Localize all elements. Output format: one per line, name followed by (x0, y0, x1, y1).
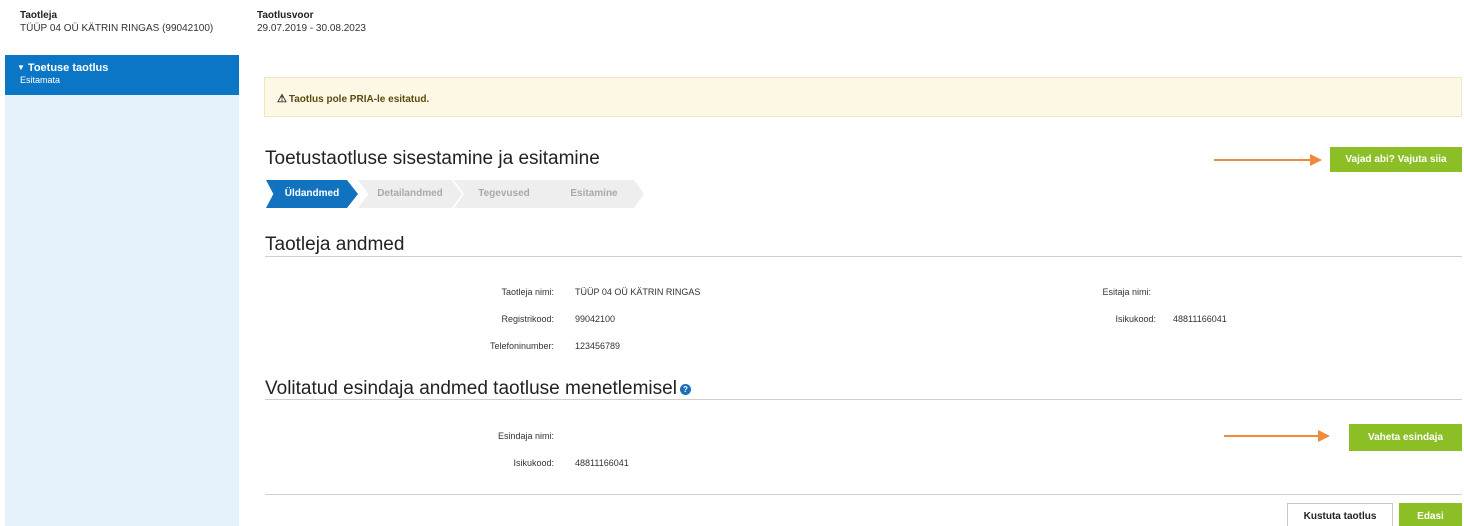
caret-down-icon: ▼ (17, 63, 25, 72)
representative-name-label: Esindaja nimi: (497, 431, 554, 441)
applicant-value: TÜÜP 04 OÜ KÄTRIN RINGAS (99042100) (20, 23, 214, 34)
delete-application-button[interactable]: Kustuta taotlus (1287, 503, 1393, 526)
question-icon[interactable]: ? (679, 384, 691, 395)
phone-value: 123456789 (575, 341, 621, 351)
sidebar-item-label: Toetuse taotlus (27, 62, 109, 74)
page-title: Toetustaotluse sisestamine ja esitamine (265, 148, 600, 169)
regcode-value: 99042100 (575, 314, 616, 324)
phone-label: Telefoninumber: (489, 341, 554, 351)
representative-title-text: Volitatud esindaja andmed taotluse menet… (265, 378, 677, 399)
applicant-info: Taotleja TÜÜP 04 OÜ KÄTRIN RINGAS (99042… (20, 9, 213, 35)
step-tegevused[interactable]: Tegevused (454, 180, 554, 208)
round-value: 29.07.2019 - 30.08.2023 (257, 23, 366, 34)
arrow-icon (1224, 430, 1330, 442)
sidebar: ▼ Toetuse taotlus Esitamata (5, 55, 239, 526)
sidebar-item-status: Esitamata (20, 75, 61, 85)
idcode-value: 48811166041 (1173, 314, 1227, 324)
next-button[interactable]: Edasi (1399, 503, 1462, 526)
applicant-name-label: Taotleja nimi: (501, 287, 554, 297)
regcode-label: Registrikood: (501, 314, 554, 324)
warning-icon: ⚠ (277, 93, 287, 105)
alert-text: Taotlus pole PRIA-le esitatud. (288, 94, 430, 105)
applicant-label: Taotleja (20, 10, 58, 21)
submitter-label: Esitaja nimi: (1102, 287, 1151, 297)
change-representative-button[interactable]: Vaheta esindaja (1349, 424, 1462, 451)
help-button[interactable]: Vajad abi? Vajuta siia (1330, 147, 1462, 172)
divider (265, 399, 1462, 400)
applicant-section-title: Taotleja andmed (265, 234, 405, 255)
sidebar-item-toetuse-taotlus[interactable]: ▼ Toetuse taotlus Esitamata (5, 55, 239, 95)
step-esitamine[interactable]: Esitamine (544, 180, 644, 208)
step-uldandmed[interactable]: Üldandmed (266, 180, 358, 208)
idcode-label: Isikukood: (1115, 314, 1156, 324)
representative-section-title: Volitatud esindaja andmed taotluse menet… (265, 378, 691, 400)
representative-idcode-value: 48811166041 (575, 458, 629, 468)
arrow-icon (1214, 154, 1322, 166)
round-label: Taotlusvoor (257, 10, 314, 21)
step-detailandmed[interactable]: Detailandmed (358, 180, 462, 208)
applicant-name-value: TÜÜP 04 OÜ KÄTRIN RINGAS (575, 287, 701, 297)
representative-idcode-label: Isikukood: (513, 458, 554, 468)
divider (265, 256, 1462, 257)
divider (265, 494, 1462, 495)
round-info: Taotlusvoor 29.07.2019 - 30.08.2023 (257, 9, 366, 35)
cropped-page-title (0, 0, 1464, 6)
warning-alert: ⚠ Taotlus pole PRIA-le esitatud. (264, 77, 1462, 117)
